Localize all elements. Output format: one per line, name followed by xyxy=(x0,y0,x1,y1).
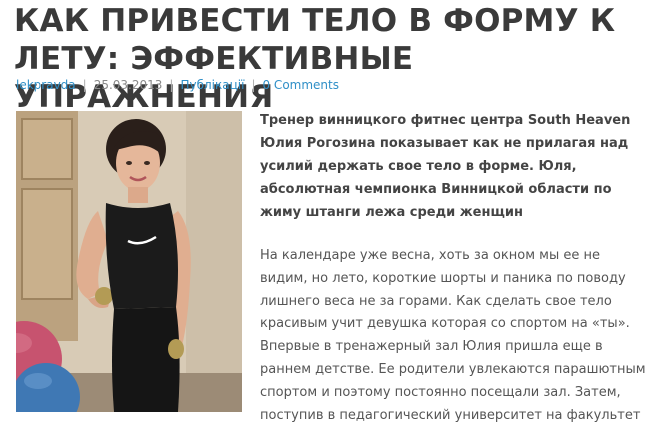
article-lead: Тренер винницкого фитнес центра South He… xyxy=(260,113,631,220)
post-date: 25.03.2013 xyxy=(93,78,163,92)
article-paragraph: На календаре уже весна, хоть за окном мы… xyxy=(260,248,630,332)
author-link[interactable]: lekpravda xyxy=(16,78,76,92)
comments-link[interactable]: 0 Comments xyxy=(262,78,339,92)
article-paragraph: Впервые в тренажерный зал Юлия пришла ещ… xyxy=(260,339,646,423)
meta-separator: | xyxy=(169,78,174,92)
post-meta: lekpravda | 25.03.2013 | Публікації | 0 Commen… xyxy=(16,77,339,93)
article-title: КАК ПРИВЕСТИ ТЕЛО В ФОРМУ К ЛЕТУ: ЭФФЕКТ… xyxy=(14,3,616,115)
article-photo xyxy=(16,111,242,412)
trainer-photo-illustration xyxy=(16,111,242,412)
category-link[interactable]: Публікації xyxy=(180,78,244,92)
meta-separator: | xyxy=(251,78,256,92)
meta-separator: | xyxy=(82,78,87,92)
article-body: На календаре уже весна, хоть за окном мы… xyxy=(260,245,650,427)
